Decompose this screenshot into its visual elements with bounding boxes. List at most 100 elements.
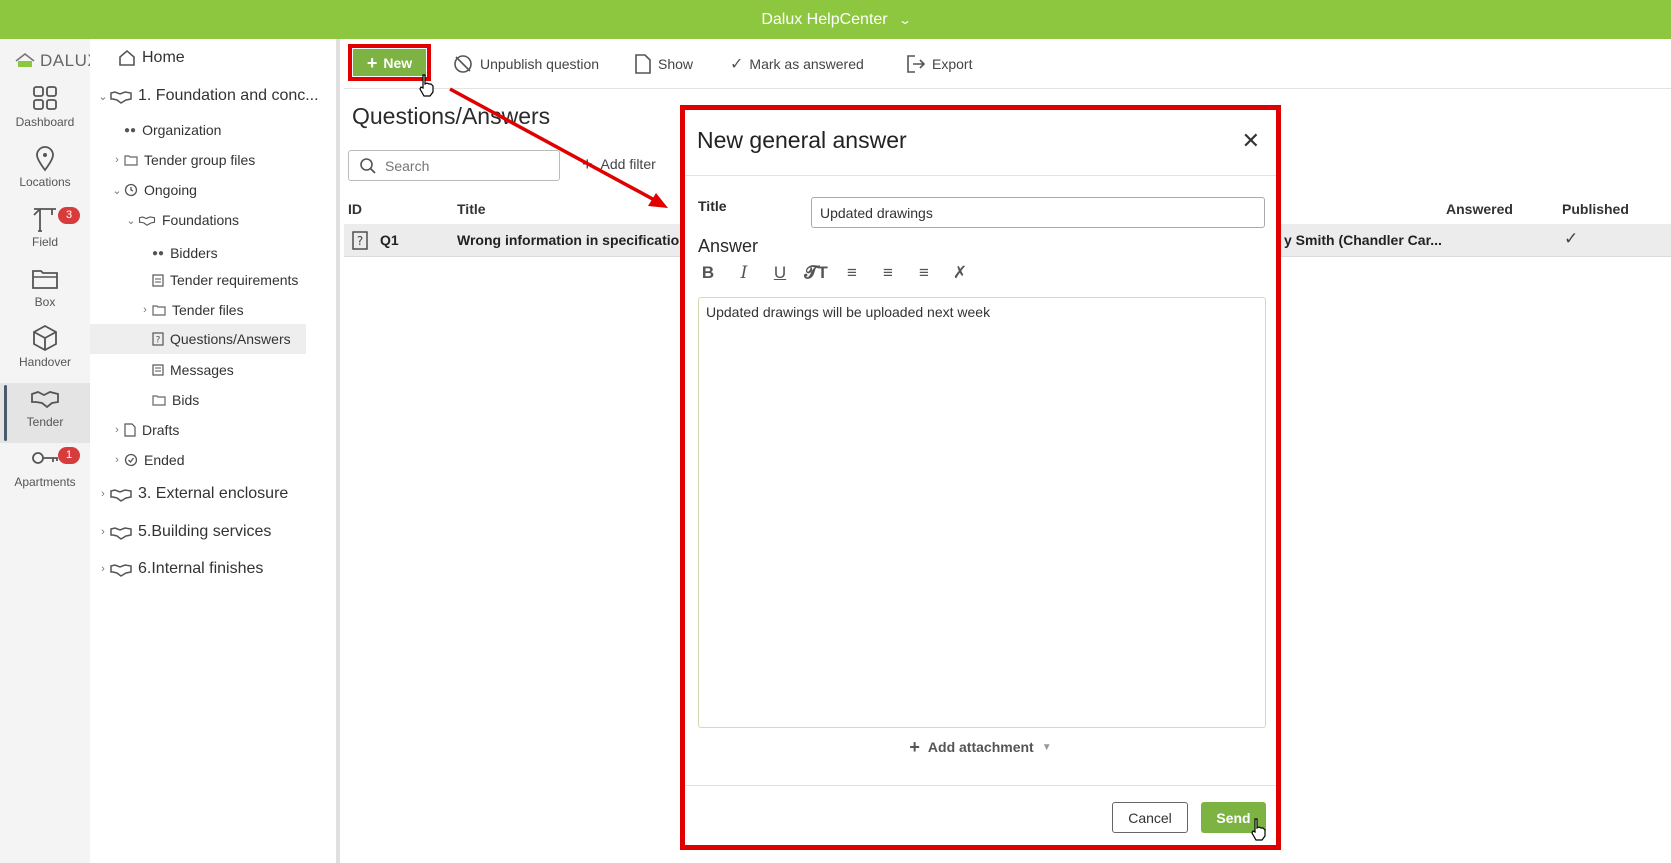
underline-icon[interactable]: U (770, 262, 790, 284)
tree-item-foundations[interactable]: ⌄ Foundations (124, 212, 239, 228)
divider (685, 785, 1276, 786)
unpublish-icon (454, 55, 472, 73)
chevron-right-icon[interactable]: › (96, 526, 110, 538)
tree-item-label: 1. Foundation and conc... (138, 87, 319, 104)
chevron-right-icon[interactable]: › (138, 304, 152, 316)
tree-item-drafts[interactable]: › Drafts (110, 422, 179, 438)
align-center-icon[interactable]: ≡ (878, 262, 898, 284)
chevron-right-icon[interactable]: › (110, 454, 124, 466)
tree-item-label: Questions/Answers (170, 331, 291, 347)
chevron-right-icon[interactable]: › (110, 424, 124, 436)
grid-icon (33, 86, 57, 110)
tree-item-label: Bids (172, 392, 200, 408)
answer-label: Answer (698, 236, 759, 256)
tree-item-label: 3. External enclosure (138, 485, 289, 502)
people-icon: ●● (124, 124, 137, 136)
tree-item-project-6[interactable]: › 6.Internal finishes (96, 560, 263, 578)
tree-item-label: Ended (144, 452, 185, 468)
tree-item-bidders[interactable]: ●● Bidders (152, 245, 218, 261)
column-header-answered[interactable]: Answered (1446, 201, 1513, 217)
rail-item-locations[interactable]: Locations (0, 143, 90, 203)
chevron-down-icon[interactable]: ⌄ (898, 13, 912, 27)
clipboard-icon (152, 274, 164, 287)
unpublish-question-button[interactable]: Unpublish question (452, 49, 599, 79)
bold-icon[interactable]: B (698, 262, 718, 284)
tree-item-tender-requirements[interactable]: Tender requirements (152, 272, 298, 288)
handshake-icon (138, 216, 156, 226)
search-input[interactable] (385, 157, 545, 174)
export-button[interactable]: Export (906, 49, 972, 79)
pin-icon (36, 146, 54, 172)
show-button[interactable]: Show (634, 49, 693, 79)
new-button[interactable]: + New (348, 44, 431, 81)
cube-icon (33, 324, 57, 352)
document-icon (124, 423, 136, 437)
tree-item-bids[interactable]: Bids (152, 392, 199, 408)
rail-label: Dashboard (15, 115, 75, 129)
navigation-tree: Home ⌄ 1. Foundation and conc... ●● Orga… (90, 39, 340, 863)
tree-item-label: Foundations (162, 212, 240, 228)
new-answer-dialog: New general answer ✕ Title Answer B I U … (680, 105, 1281, 850)
chevron-right-icon[interactable]: › (110, 154, 124, 166)
search-box[interactable] (348, 150, 560, 181)
rail-label: Tender (26, 415, 64, 429)
tree-item-ended[interactable]: › Ended (110, 452, 184, 468)
add-attachment-button[interactable]: + Add attachment ▼ (685, 738, 1276, 756)
tree-item-home[interactable]: Home (118, 49, 185, 67)
rail-item-tender[interactable]: Tender (0, 383, 90, 443)
dalux-logo[interactable]: DALUX (14, 51, 99, 71)
plus-icon: + (582, 154, 593, 174)
tree-item-organization[interactable]: ●● Organization (124, 122, 221, 138)
app-title[interactable]: Dalux HelpCenter (761, 11, 887, 29)
tree-item-label: Tender requirements (170, 272, 299, 288)
rail-item-dashboard[interactable]: Dashboard (0, 83, 90, 143)
people-icon: ●● (152, 247, 165, 259)
tree-item-label: 5.Building services (138, 523, 272, 540)
svg-text:?: ? (357, 234, 363, 248)
clock-icon (124, 183, 138, 197)
tree-item-label: Organization (142, 122, 222, 138)
column-header-published[interactable]: Published (1562, 201, 1629, 217)
question-icon: ? (152, 332, 164, 346)
align-left-icon[interactable]: ≡ (842, 262, 862, 284)
caret-down-icon: ▼ (1041, 741, 1052, 753)
cancel-button[interactable]: Cancel (1112, 802, 1188, 833)
tree-item-ongoing[interactable]: ⌄ Ongoing (110, 182, 197, 198)
row-id: Q1 (380, 232, 399, 248)
chevron-right-icon[interactable]: › (96, 488, 110, 500)
tree-item-project-5[interactable]: › 5.Building services (96, 523, 271, 541)
column-header-id[interactable]: ID (348, 201, 362, 217)
column-header-title[interactable]: Title (457, 201, 486, 217)
title-label: Title (698, 198, 727, 214)
tree-item-tender-files[interactable]: › Tender files (138, 302, 243, 318)
chevron-right-icon[interactable]: › (96, 563, 110, 575)
chevron-down-icon[interactable]: ⌄ (110, 184, 124, 197)
tree-item-project-3[interactable]: › 3. External enclosure (96, 485, 288, 503)
tree-item-tender-group-files[interactable]: › Tender group files (110, 152, 255, 168)
close-icon[interactable]: ✕ (1242, 128, 1260, 154)
add-filter-button[interactable]: + Add filter (582, 155, 656, 173)
tree-item-messages[interactable]: Messages (152, 362, 234, 378)
row-title: Wrong information in specification (457, 232, 688, 248)
chevron-down-icon[interactable]: ⌄ (124, 214, 138, 227)
rail-item-handover[interactable]: Handover (0, 323, 90, 383)
toolbar-label: Unpublish question (480, 56, 600, 72)
chevron-down-icon[interactable]: ⌄ (96, 90, 110, 103)
tree-item-project-1[interactable]: ⌄ 1. Foundation and conc... (96, 87, 319, 105)
text-size-icon[interactable]: 𝓣T (804, 262, 827, 284)
add-attachment-label: Add attachment (927, 739, 1034, 755)
answer-editor[interactable]: Updated drawings will be uploaded next w… (698, 297, 1266, 728)
rail-item-field[interactable]: Field 3 (0, 203, 90, 263)
mark-as-answered-button[interactable]: ✓ Mark as answered (730, 49, 864, 79)
align-right-icon[interactable]: ≡ (914, 262, 934, 284)
tree-item-questions-answers[interactable]: ? Questions/Answers (90, 324, 306, 354)
title-input[interactable] (811, 197, 1265, 228)
search-icon (360, 157, 376, 174)
italic-icon[interactable]: I (734, 262, 754, 284)
app-header[interactable]: Dalux HelpCenter ⌄ (0, 0, 1671, 39)
rail-item-apartments[interactable]: Apartments 1 (0, 443, 90, 503)
hand-cursor-icon (419, 74, 434, 97)
toolbar-label: Show (658, 56, 694, 72)
rail-item-box[interactable]: Box (0, 263, 90, 323)
clear-format-icon[interactable]: ✗ (950, 262, 970, 284)
